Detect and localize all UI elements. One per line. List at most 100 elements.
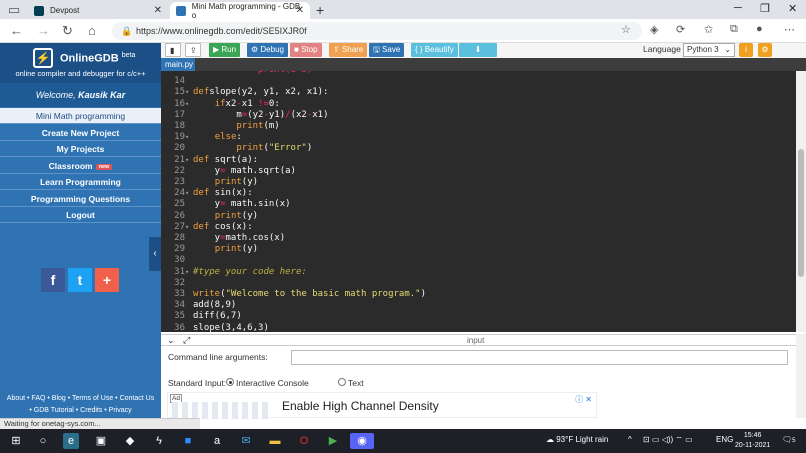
meet-icon[interactable]: ▶ xyxy=(325,433,341,449)
code-line[interactable]: 29 print(y) xyxy=(161,244,796,255)
sidebar-item-learn-programming[interactable]: Learn Programming xyxy=(0,174,161,190)
fold-icon[interactable] xyxy=(185,211,193,222)
close-icon[interactable]: ✕ xyxy=(296,5,304,16)
code-line[interactable]: 32 xyxy=(161,278,796,289)
close-window-icon[interactable]: ✕ xyxy=(788,2,797,15)
language-select[interactable]: Python 3 ⌄ xyxy=(683,43,735,57)
fold-icon[interactable]: ▾ xyxy=(185,132,193,143)
fold-icon[interactable] xyxy=(185,278,193,289)
username[interactable]: Kausik Kar xyxy=(78,90,125,100)
notification-icon[interactable]: 🗨5 xyxy=(782,435,796,444)
code-line[interactable]: 14 xyxy=(161,76,796,87)
forward-icon[interactable]: → xyxy=(37,23,50,38)
code-line[interactable]: 22 y= math.sqrt(a) xyxy=(161,166,796,177)
interactive-console-radio[interactable] xyxy=(226,378,234,386)
bolt-app-icon[interactable]: ϟ xyxy=(151,433,167,449)
code-line[interactable]: 24▾ def sin(x): xyxy=(161,188,796,199)
url-input[interactable]: 🔒 https://www.onlinegdb.com/edit/SE5IXJR… xyxy=(112,22,642,40)
language-indicator[interactable]: ENG xyxy=(716,435,733,444)
browser-tab-onlinegdb[interactable]: Mini Math programming - GDB o ✕ xyxy=(170,2,310,20)
code-editor[interactable]: print(a-b)14 15▾defslope(y2, y1, x2, x1)… xyxy=(161,71,796,332)
windows-start-icon[interactable]: ⊞ xyxy=(8,433,24,449)
fold-icon[interactable] xyxy=(185,166,193,177)
editor-scrollbar[interactable] xyxy=(796,71,806,332)
cmd-args-input[interactable] xyxy=(291,350,788,365)
save-button[interactable]: 🖫 Save xyxy=(369,43,405,57)
tray-icons[interactable]: ⊡ ▭ ◁)) ⌔ ▭ xyxy=(643,435,693,445)
sidebar-item-create-new-project[interactable]: Create New Project xyxy=(0,125,161,141)
fold-icon[interactable]: ▾ xyxy=(185,188,193,199)
fold-icon[interactable] xyxy=(185,311,193,322)
weather-widget[interactable]: ☁ 93°F Light rain xyxy=(546,435,608,444)
code-line[interactable]: 19▾ else: xyxy=(161,132,796,143)
fold-icon[interactable] xyxy=(185,76,193,87)
sidebar-item-classroom[interactable]: Classroom new xyxy=(0,158,161,174)
code-line[interactable]: 28 y=math.cos(x) xyxy=(161,233,796,244)
close-icon[interactable]: ✕ xyxy=(154,5,162,16)
code-line[interactable]: 15▾ defslope(y2, y1, x2, x1): xyxy=(161,87,796,98)
text-radio[interactable] xyxy=(338,378,346,386)
mail-icon[interactable]: ✉ xyxy=(238,433,254,449)
collections-icon[interactable]: ⧉ xyxy=(730,23,738,36)
fold-icon[interactable] xyxy=(185,233,193,244)
store-icon[interactable]: ▣ xyxy=(93,433,109,449)
favorites-icon[interactable]: ✩ xyxy=(704,23,713,36)
collapse-chevron-icon[interactable]: ⌄ xyxy=(167,335,175,346)
bookmark-star-icon[interactable]: ☆ xyxy=(621,23,631,36)
io-scrollbar[interactable] xyxy=(796,334,806,418)
tray-chevron-icon[interactable]: ^ xyxy=(628,435,632,444)
code-line[interactable]: 18 print(m) xyxy=(161,121,796,132)
download-button[interactable]: ⬇ xyxy=(459,43,497,57)
code-line[interactable]: 25 y= math.sin(x) xyxy=(161,199,796,210)
code-line[interactable]: 20 print("Error") xyxy=(161,143,796,154)
fold-icon[interactable] xyxy=(185,143,193,154)
code-line[interactable]: 33 write("Welcome to the basic math prog… xyxy=(161,289,796,300)
more-menu-icon[interactable]: ⋯ xyxy=(784,23,795,36)
fold-icon[interactable] xyxy=(185,121,193,132)
profile-avatar-icon[interactable]: ● xyxy=(756,23,763,35)
sidebar-item-logout[interactable]: Logout xyxy=(0,207,161,223)
zoom-icon[interactable]: ■ xyxy=(180,433,196,449)
amazon-icon[interactable]: a xyxy=(209,433,225,449)
minimize-icon[interactable]: ─ xyxy=(734,2,742,14)
new-tab-button[interactable]: + xyxy=(316,2,324,18)
run-button[interactable]: ▶ Run xyxy=(209,43,241,57)
fold-icon[interactable] xyxy=(185,244,193,255)
back-icon[interactable]: ← xyxy=(10,23,23,38)
code-line[interactable]: 34 add(8,9) xyxy=(161,300,796,311)
footer-links[interactable]: About • FAQ • Blog • Terms of Use • Cont… xyxy=(0,393,161,417)
expand-icon[interactable]: ⤢ xyxy=(183,335,190,346)
upload-icon[interactable]: ⇪ xyxy=(185,43,201,57)
fold-icon[interactable] xyxy=(185,199,193,210)
debug-button[interactable]: ⚙ Debug xyxy=(247,43,288,57)
beautify-button[interactable]: { } Beautify xyxy=(411,43,458,57)
file-explorer-icon[interactable]: ▬ xyxy=(267,433,283,449)
fold-icon[interactable]: ▾ xyxy=(185,99,193,110)
fold-icon[interactable] xyxy=(185,300,193,311)
fold-icon[interactable]: ▾ xyxy=(185,267,193,278)
fold-icon[interactable] xyxy=(185,289,193,300)
code-line[interactable]: 30 xyxy=(161,255,796,266)
ad-close-icon[interactable]: ⓘ ✕ xyxy=(575,394,592,405)
clock[interactable]: 15:46 20-11-2021 xyxy=(735,431,770,451)
reload-icon[interactable]: ↻ xyxy=(62,23,73,39)
fold-icon[interactable]: ▾ xyxy=(185,155,193,166)
stop-button[interactable]: ■ Stop xyxy=(290,43,322,57)
facebook-icon[interactable]: f xyxy=(41,268,65,292)
refresh-ext-icon[interactable]: ⟳ xyxy=(676,23,685,36)
fold-icon[interactable] xyxy=(185,255,193,266)
opera-icon[interactable]: O xyxy=(296,433,312,449)
collapse-sidebar-button[interactable]: ‹ xyxy=(149,237,161,271)
edge-browser-icon[interactable]: e xyxy=(63,433,79,449)
sidebar-item-my-projects[interactable]: My Projects xyxy=(0,141,161,157)
settings-gear-icon[interactable]: ⚙ xyxy=(758,43,772,57)
code-line[interactable]: 16▾ ifx2-x1 !=0: xyxy=(161,99,796,110)
scrollbar-thumb[interactable] xyxy=(798,149,804,277)
fold-icon[interactable]: ▾ xyxy=(185,222,193,233)
fold-icon[interactable] xyxy=(185,110,193,121)
fold-icon[interactable] xyxy=(185,177,193,188)
code-line[interactable]: 31▾ #type your code here: xyxy=(161,267,796,278)
share-button[interactable]: ⇪ Share xyxy=(329,43,368,57)
advertisement[interactable]: Ad Enable High Channel Density ⓘ ✕ xyxy=(167,392,597,419)
tab-actions-icon[interactable]: ▭ xyxy=(8,2,20,18)
